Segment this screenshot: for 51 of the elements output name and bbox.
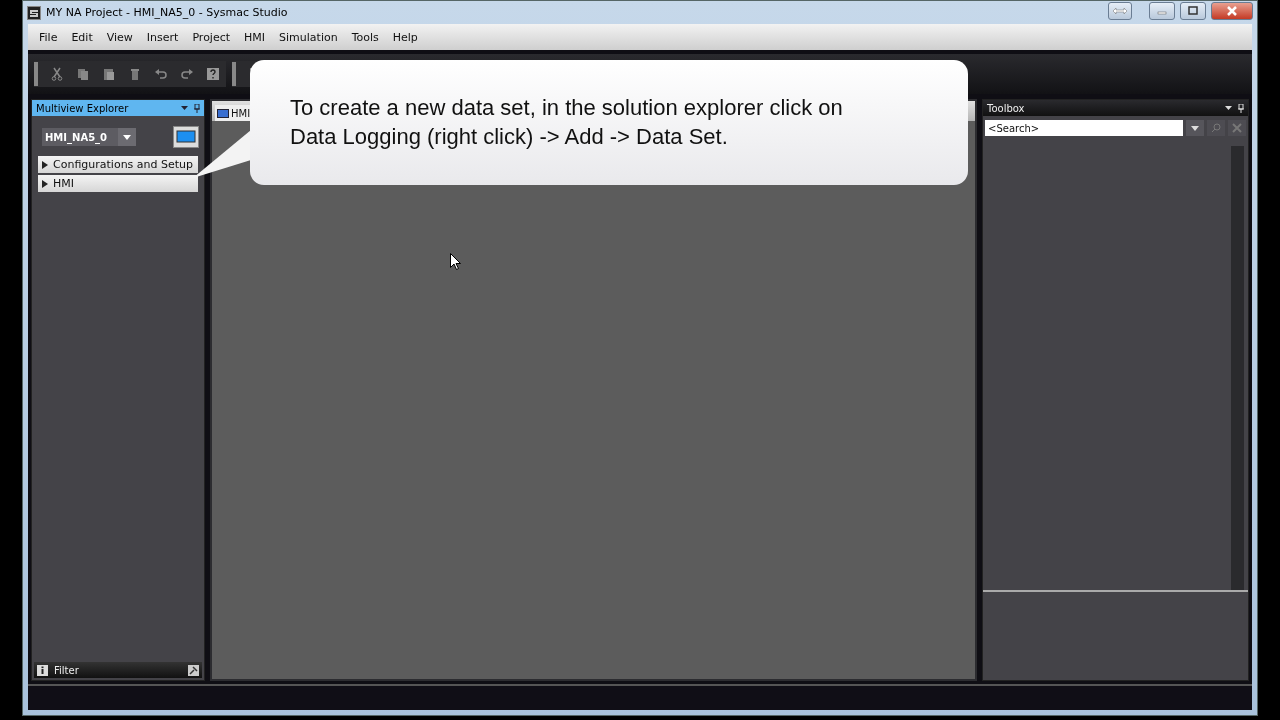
info-icon (37, 664, 48, 676)
panel-title: Multiview Explorer (36, 102, 130, 114)
callout-pointer (193, 130, 251, 180)
menu-item[interactable]: Simulation (272, 30, 345, 44)
trash-icon[interactable] (128, 67, 142, 81)
cut-icon[interactable] (50, 67, 64, 81)
menu-item[interactable]: Edit (64, 30, 100, 44)
search-icon (1211, 123, 1222, 133)
menu-item[interactable]: Help (385, 30, 425, 44)
scrollbar[interactable] (1231, 146, 1244, 590)
app-icon (27, 5, 41, 20)
redo-icon[interactable] (180, 67, 194, 81)
help-icon[interactable] (206, 67, 220, 81)
dropdown-icon[interactable] (1225, 106, 1232, 110)
editor-tab[interactable]: HMI (215, 105, 253, 121)
dropdown-icon[interactable] (181, 106, 188, 110)
menu-item[interactable]: Project (185, 30, 238, 44)
menu-item[interactable]: File (32, 30, 65, 44)
tree-item[interactable]: HMI (38, 175, 198, 192)
monitor-icon[interactable] (173, 126, 199, 148)
search-field[interactable]: <Search> (985, 120, 1184, 136)
close-button[interactable] (1211, 1, 1253, 20)
minimize-button[interactable] (1149, 1, 1175, 20)
panel-title: Toolbox (987, 102, 1026, 114)
undo-icon[interactable] (154, 67, 168, 81)
close-icon (1232, 123, 1243, 133)
tree-item[interactable]: Configurations and Setup (38, 156, 198, 173)
maximize-icon (1188, 6, 1198, 15)
dropdown-button[interactable] (1186, 120, 1205, 136)
expand-icon[interactable] (42, 179, 48, 188)
window-title: MY NA Project - HMI_NA5_0 - Sysmac Studio (46, 6, 288, 19)
caret-icon (123, 134, 131, 140)
copy-icon[interactable] (76, 67, 90, 81)
device-dropdown[interactable]: HMI_NA5_0 (42, 128, 136, 146)
callout-text: Data Logging (right click) -> Add -> Data Set. (290, 123, 729, 150)
menu-item[interactable]: HMI (237, 30, 273, 44)
paste-icon[interactable] (102, 67, 116, 81)
close-icon (1227, 5, 1237, 16)
callout-text: To create a new data set, in the solution explorer click on (290, 94, 844, 121)
menu-item[interactable]: View (99, 30, 140, 44)
caret-icon (1191, 125, 1200, 131)
swap-icon (1112, 6, 1128, 15)
cursor-icon (450, 253, 461, 270)
pin-icon[interactable] (188, 664, 199, 676)
pin-icon[interactable] (194, 103, 200, 113)
menu-item[interactable]: Insert (139, 30, 186, 44)
screen-icon (217, 108, 229, 118)
swap-button[interactable] (1108, 1, 1132, 20)
maximize-button[interactable] (1180, 1, 1206, 20)
expand-icon[interactable] (42, 160, 48, 169)
menu-item[interactable]: Tools (344, 30, 386, 44)
